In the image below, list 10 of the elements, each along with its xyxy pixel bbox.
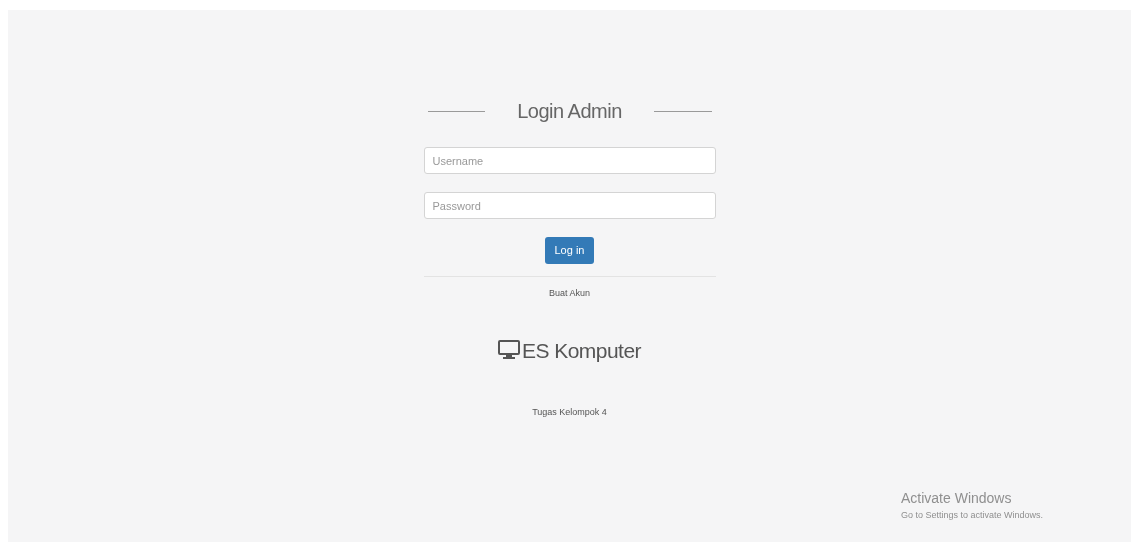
login-title: Login Admin (516, 99, 623, 124)
brand-name: ES Komputer (521, 337, 642, 364)
monitor-icon (497, 340, 520, 361)
register-link[interactable]: Buat Akun (548, 287, 590, 301)
footer-text: Tugas Kelompok 4 (532, 406, 607, 419)
username-field[interactable]: Username (423, 147, 716, 174)
activation-title: Activate Windows (901, 489, 1013, 508)
login-button[interactable]: Log in (544, 237, 595, 264)
password-field[interactable]: Password (423, 192, 716, 219)
activation-subtitle: Go to Settings to activate Windows. (901, 509, 1044, 522)
